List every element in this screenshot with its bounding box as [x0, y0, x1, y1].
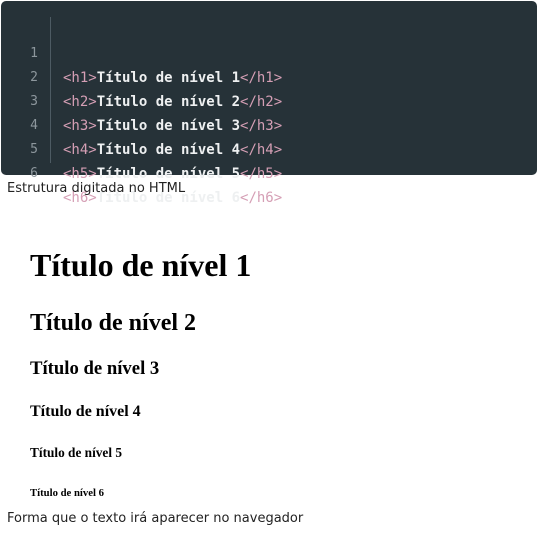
- gutter-divider: [50, 17, 51, 163]
- code-text: Título de nível 1: [96, 70, 241, 86]
- code-line-3: 3 <h3>Título de nível 3</h3>: [1, 66, 282, 134]
- open-tag: <h1>: [63, 70, 97, 86]
- code-block: 1 <h1>Título de nível 1</h1> 2 <h2>Títul…: [1, 1, 537, 206]
- code-line-5: 5 <h5>Título de nível 5</h5>: [1, 114, 282, 182]
- code-content: <h3>Título de nível 3</h3>: [63, 114, 282, 138]
- close-tag: </h5>: [240, 166, 283, 182]
- code-line-6: 6 <h6>Título de nível 6</h6>: [1, 138, 282, 206]
- close-tag: </h3>: [240, 118, 283, 134]
- open-tag: <h5>: [63, 166, 97, 182]
- rendered-heading-5: Título de nível 5: [30, 445, 122, 460]
- code-line-1: 1 <h1>Título de nível 1</h1>: [1, 18, 282, 86]
- code-content: <h1>Título de nível 1</h1>: [63, 66, 282, 90]
- close-tag: </h4>: [240, 142, 283, 158]
- open-tag: <h4>: [63, 142, 97, 158]
- rendered-heading-1: Título de nível 1: [30, 247, 252, 283]
- code-text: Título de nível 3: [96, 118, 241, 134]
- code-content: <h4>Título de nível 4</h4>: [63, 138, 282, 162]
- code-text: Título de nível 4: [96, 142, 241, 158]
- rendered-heading-2: Título de nível 2: [30, 310, 197, 336]
- code-line-2: 2 <h2>Título de nível 2</h2>: [1, 42, 282, 110]
- rendered-heading-3: Título de nível 3: [30, 358, 160, 379]
- close-tag: </h2>: [240, 94, 283, 110]
- browser-caption: Forma que o texto irá aparecer no navega…: [7, 511, 304, 526]
- code-content: <h2>Título de nível 2</h2>: [63, 90, 282, 114]
- open-tag: <h2>: [63, 94, 97, 110]
- code-caption: Estrutura digitada no HTML: [7, 181, 186, 196]
- code-text: Título de nível 5: [96, 166, 241, 182]
- open-tag: <h3>: [63, 118, 97, 134]
- close-tag: </h6>: [240, 190, 283, 206]
- close-tag: </h1>: [240, 70, 283, 86]
- rendered-heading-4: Título de nível 4: [30, 403, 141, 420]
- rendered-heading-6: Título de nível 6: [30, 487, 104, 499]
- code-text: Título de nível 2: [96, 94, 241, 110]
- code-line-4: 4 <h4>Título de nível 4</h4>: [1, 90, 282, 158]
